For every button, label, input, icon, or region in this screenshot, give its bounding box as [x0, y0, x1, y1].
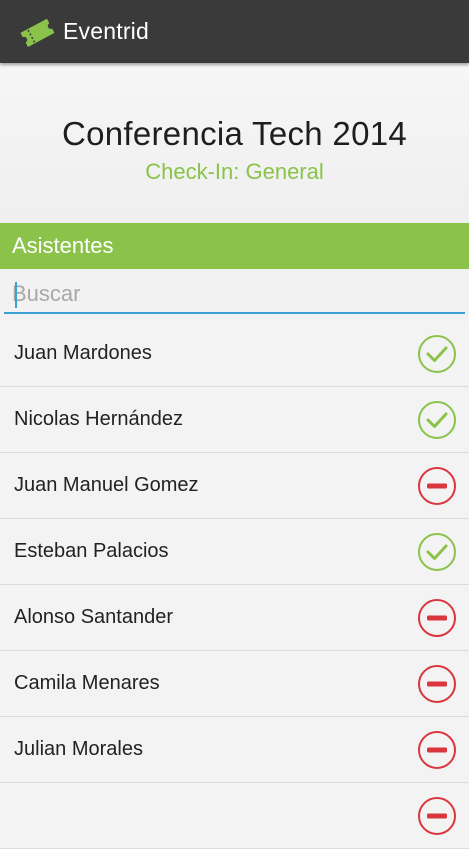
attendee-row[interactable]: Camila Menares: [0, 651, 469, 717]
attendee-list: Juan Mardones Nicolas Hernández Juan Manue…: [0, 321, 469, 849]
attendee-name: Esteban Palacios: [14, 540, 169, 562]
attendee-row[interactable]: Nicolas Hernández: [0, 387, 469, 453]
section-title: Asistentes: [12, 233, 114, 258]
attendee-row[interactable]: Julian Morales: [0, 717, 469, 783]
app-bar: Eventrid: [0, 0, 469, 63]
minus-circle-icon[interactable]: [417, 730, 457, 770]
attendee-name: Julian Morales: [14, 738, 143, 760]
check-circle-icon[interactable]: [417, 334, 457, 374]
event-title: Conferencia Tech 2014: [61, 115, 408, 152]
attendee-name: Nicolas Hernández: [14, 408, 183, 430]
minus-circle-icon[interactable]: [417, 796, 457, 836]
attendee-name: Juan Mardones: [14, 342, 152, 364]
event-subtitle: Check-In: General: [145, 159, 324, 184]
attendee-row[interactable]: Esteban Palacios: [0, 519, 469, 585]
attendee-name: Camila Menares: [14, 672, 160, 694]
minus-circle-icon[interactable]: [417, 664, 457, 704]
check-circle-icon[interactable]: [417, 532, 457, 572]
attendee-name: Juan Manuel Gomez: [14, 474, 199, 496]
search-container: [4, 276, 465, 316]
attendee-row[interactable]: Juan Manuel Gomez: [0, 453, 469, 519]
app-title: Eventrid: [63, 18, 149, 44]
event-header: Conferencia Tech 2014 Check-In: General: [0, 63, 469, 223]
ticket-icon[interactable]: [18, 16, 56, 48]
attendee-row[interactable]: Alonso Santander: [0, 585, 469, 651]
attendee-name: Alonso Santander: [14, 606, 174, 628]
text-caret: [15, 282, 17, 308]
search-input[interactable]: [4, 276, 465, 314]
minus-circle-icon[interactable]: [417, 466, 457, 506]
check-circle-icon[interactable]: [417, 400, 457, 440]
minus-circle-icon[interactable]: [417, 598, 457, 638]
attendee-row[interactable]: [0, 783, 469, 849]
attendee-row[interactable]: Juan Mardones: [0, 321, 469, 387]
attendees-section-header: Asistentes: [0, 223, 469, 269]
